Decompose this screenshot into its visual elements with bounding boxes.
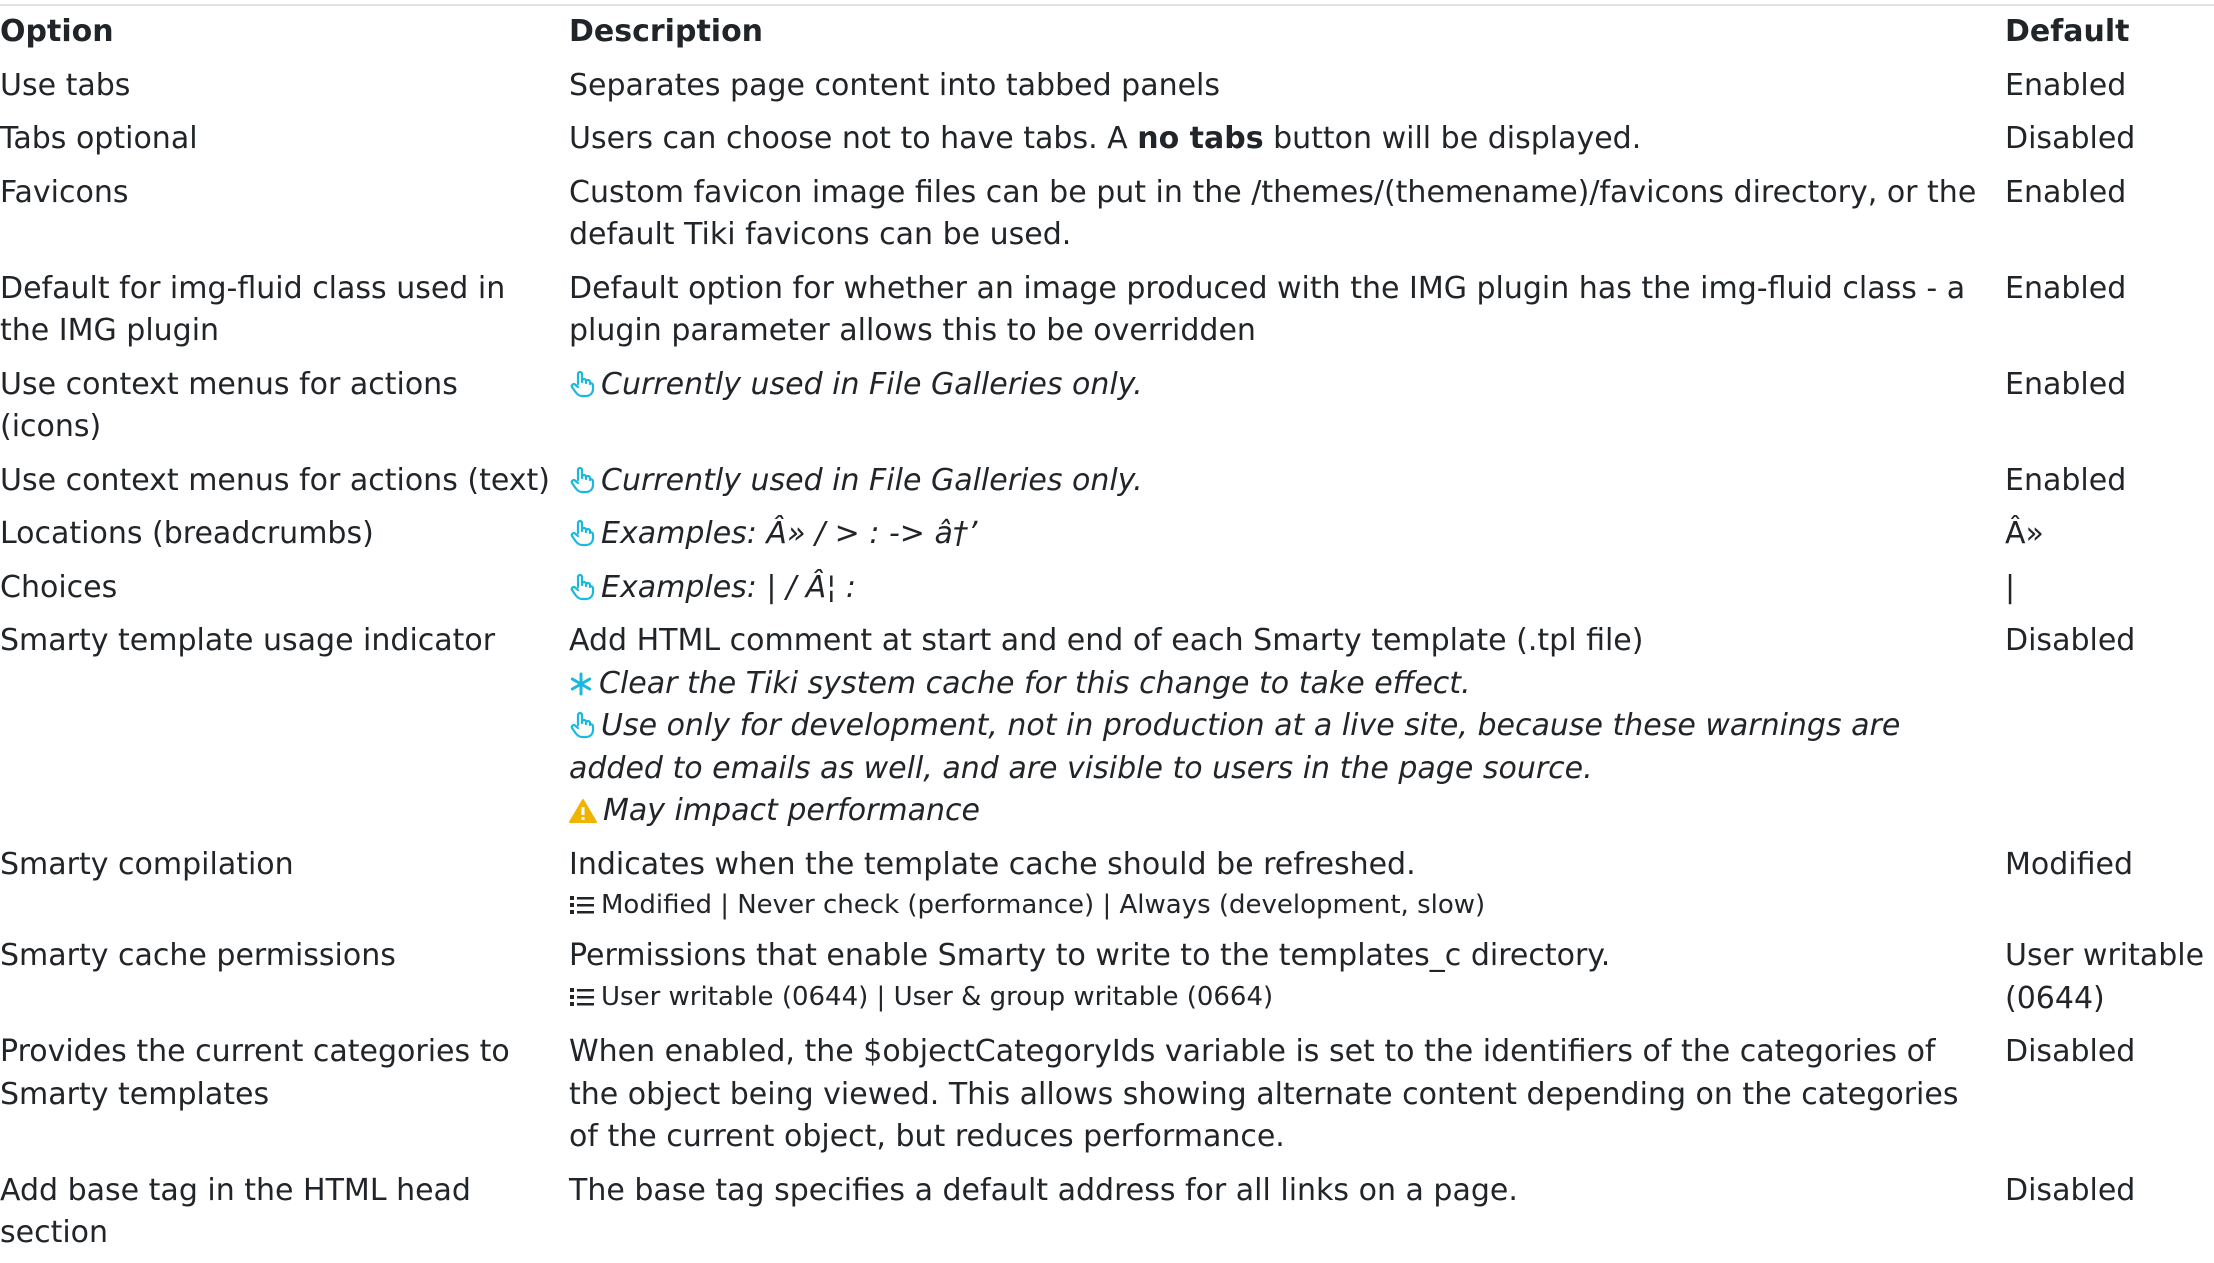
option-default: Disabled xyxy=(2005,121,2136,156)
column-header-option: Option xyxy=(0,14,114,49)
table-row: Add base tag in the HTML head section Th… xyxy=(0,1167,2214,1263)
option-name: Tabs optional xyxy=(0,121,198,156)
choices-text: Modified | Never check (performance) | A… xyxy=(601,890,1486,920)
hint-note: Currently used in File Galleries only. xyxy=(569,460,1987,503)
pointing-hand-icon xyxy=(569,370,595,398)
description-text: Indicates when the template cache should… xyxy=(569,846,1416,882)
description-bold-text: no tabs xyxy=(1137,121,1264,156)
hint-text: Use only for development, not in product… xyxy=(569,708,1901,786)
table-top-border xyxy=(0,4,2214,6)
table-row: Smarty compilation Indicates when the te… xyxy=(0,841,2214,933)
option-default: Enabled xyxy=(2005,462,2127,498)
asterisk-icon xyxy=(569,671,593,697)
option-description: Add HTML comment at start and end of eac… xyxy=(560,617,1996,841)
option-default: Enabled xyxy=(2005,366,2127,402)
option-default: | xyxy=(2005,569,2016,605)
option-description: Custom favicon image files can be put in… xyxy=(569,174,1977,253)
hint-text: Examples: Â» / > : -> â†’ xyxy=(601,516,978,551)
hint-note: Examples: | / Â¦ : xyxy=(569,567,1987,610)
option-description: Examples: | / Â¦ : xyxy=(560,564,1996,618)
option-description: Separates page content into tabbed panel… xyxy=(569,67,1221,103)
pointing-hand-icon xyxy=(569,711,595,739)
table-row: Smarty cache permissions Permissions tha… xyxy=(0,932,2214,1028)
option-description: Default option for whether an image prod… xyxy=(569,270,1966,349)
option-default: Enabled xyxy=(2005,270,2127,306)
table-row: Provides the current categories to Smart… xyxy=(0,1028,2214,1167)
option-default: Disabled xyxy=(2005,1172,2136,1208)
pointing-hand-icon xyxy=(569,466,595,494)
option-name: Smarty cache permissions xyxy=(0,938,396,973)
pointing-hand-icon xyxy=(569,573,595,601)
table-row: Choices Examples: | / Â¦ : | xyxy=(0,564,2214,618)
list-icon xyxy=(569,985,595,1009)
option-default: Disabled xyxy=(2005,1034,2136,1069)
choices-list: User writable (0644) | User & group writ… xyxy=(569,978,1987,1016)
hint-text: Currently used in File Galleries only. xyxy=(601,366,1143,402)
description-text: button will be displayed. xyxy=(1263,121,1642,156)
list-icon xyxy=(569,893,595,917)
option-name: Locations (breadcrumbs) xyxy=(0,516,374,551)
cache-note: Clear the Tiki system cache for this cha… xyxy=(569,663,1987,706)
option-description: Examples: Â» / > : -> â†’ xyxy=(560,510,1996,564)
hint-note: Examples: Â» / > : -> â†’ xyxy=(569,513,1987,556)
table-row: Use context menus for actions (text) Cur… xyxy=(0,457,2214,511)
preferences-table: Option Description Default Use tabs Sepa… xyxy=(0,8,2214,1263)
warning-text: May impact performance xyxy=(603,793,980,828)
option-name: Use tabs xyxy=(0,67,131,103)
option-name: Use context menus for actions (text) xyxy=(0,462,550,498)
warning-icon xyxy=(569,798,597,824)
option-default: User writable (0644) xyxy=(2005,938,2205,1016)
option-name: Favicons xyxy=(0,174,129,210)
table-row: Use tabs Separates page content into tab… xyxy=(0,62,2214,116)
option-name: Use context menus for actions (icons) xyxy=(0,366,458,445)
warning-note: May impact performance xyxy=(569,790,1987,833)
cache-note-text: Clear the Tiki system cache for this cha… xyxy=(599,665,1471,701)
table-row: Favicons Custom favicon image files can … xyxy=(0,169,2214,265)
table-header-row: Option Description Default xyxy=(0,8,2214,62)
option-description: When enabled, the $objectCategoryIds var… xyxy=(569,1034,1959,1154)
option-name: Add base tag in the HTML head section xyxy=(0,1172,471,1251)
option-default: Enabled xyxy=(2005,67,2127,103)
option-name: Default for img-fluid class used in the … xyxy=(0,270,506,349)
option-description: Permissions that enable Smarty to write … xyxy=(560,932,1996,1028)
column-header-description: Description xyxy=(569,14,764,49)
hint-note: Currently used in File Galleries only. xyxy=(569,364,1987,407)
option-description: Indicates when the template cache should… xyxy=(560,841,1996,933)
option-name: Smarty template usage indicator xyxy=(0,623,496,658)
option-description: Currently used in File Galleries only. xyxy=(560,457,1996,511)
hint-text: Examples: | / Â¦ : xyxy=(601,569,856,605)
description-text: Users can choose not to have tabs. A xyxy=(569,121,1138,156)
hint-note: Use only for development, not in product… xyxy=(569,705,1987,790)
option-default: Disabled xyxy=(2005,623,2136,658)
pointing-hand-icon xyxy=(569,519,595,547)
option-default: Modified xyxy=(2005,846,2134,882)
table-row: Use context menus for actions (icons) Cu… xyxy=(0,361,2214,457)
option-description: Users can choose not to have tabs. A no … xyxy=(560,115,1996,169)
table-row: Default for img-fluid class used in the … xyxy=(0,265,2214,361)
option-name: Choices xyxy=(0,569,118,605)
table-row: Tabs optional Users can choose not to ha… xyxy=(0,115,2214,169)
table-row: Locations (breadcrumbs) Examples: Â» / >… xyxy=(0,510,2214,564)
choices-list: Modified | Never check (performance) | A… xyxy=(569,886,1987,924)
option-default: Enabled xyxy=(2005,174,2127,210)
option-name: Smarty compilation xyxy=(0,846,294,882)
choices-text: User writable (0644) | User & group writ… xyxy=(601,981,1274,1012)
hint-text: Currently used in File Galleries only. xyxy=(601,462,1143,498)
option-description: Currently used in File Galleries only. xyxy=(560,361,1996,457)
option-name: Provides the current categories to Smart… xyxy=(0,1034,510,1112)
table-row: Smarty template usage indicator Add HTML… xyxy=(0,617,2214,841)
description-text: Add HTML comment at start and end of eac… xyxy=(569,623,1644,658)
option-default: Â» xyxy=(2005,516,2044,551)
description-text: Permissions that enable Smarty to write … xyxy=(569,938,1611,973)
option-description: The base tag specifies a default address… xyxy=(569,1172,1518,1208)
column-header-default: Default xyxy=(2005,14,2130,49)
